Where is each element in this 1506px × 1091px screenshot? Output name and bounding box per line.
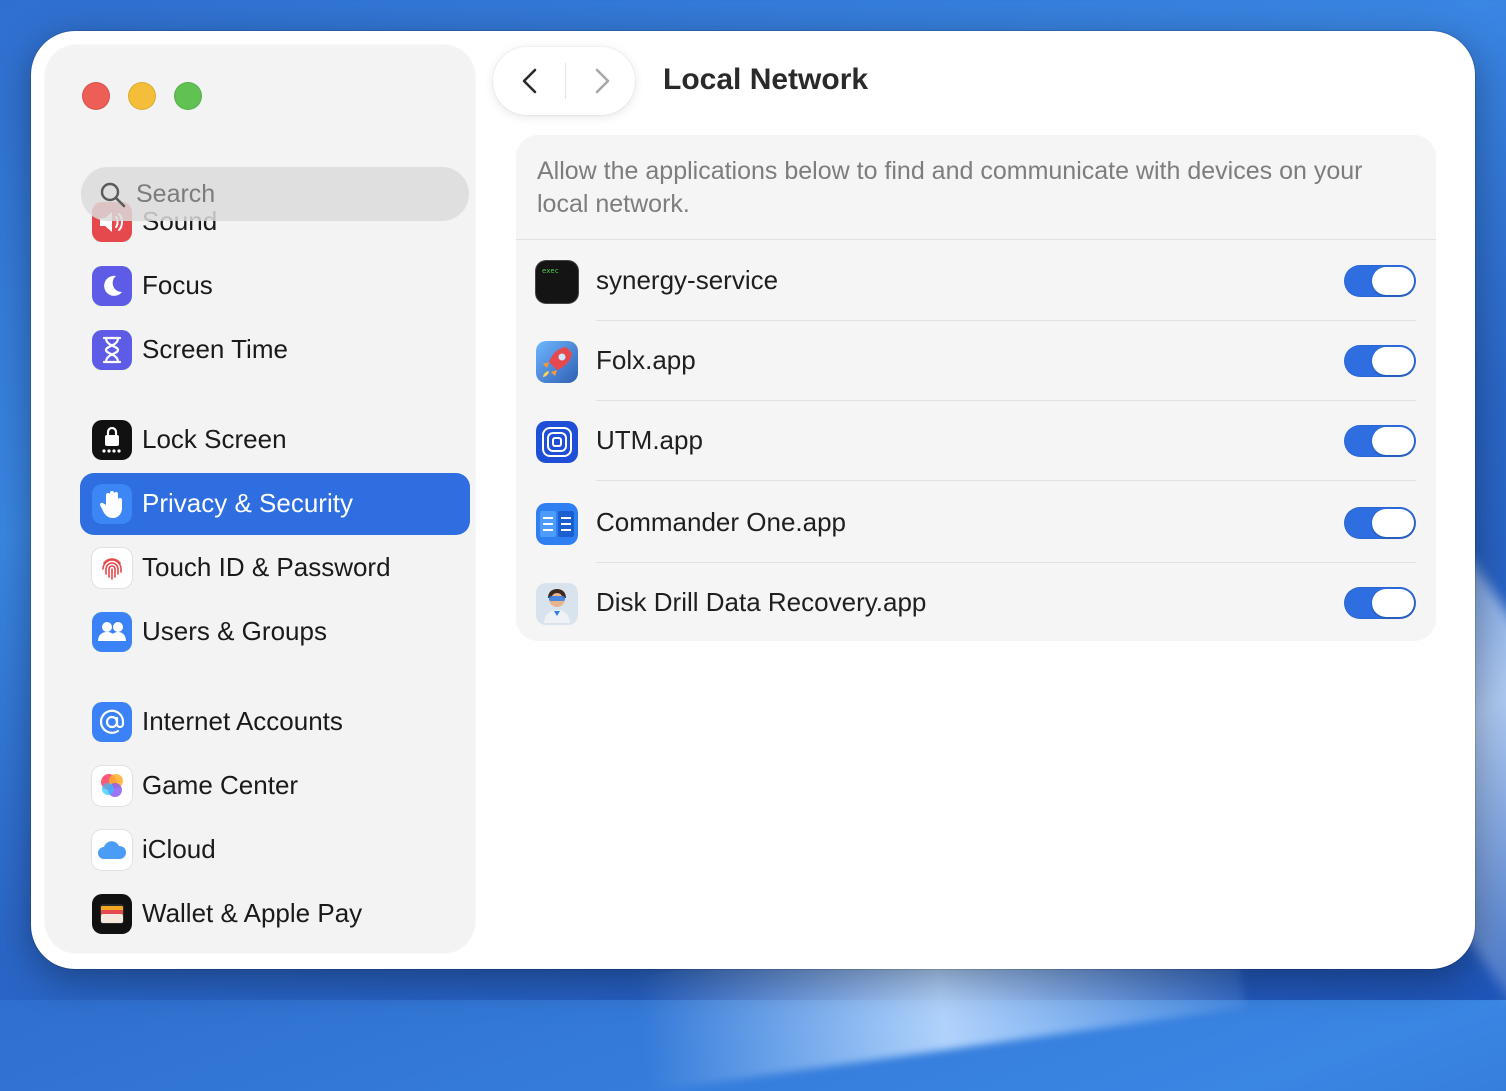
sidebar-item-lock-screen[interactable]: Lock Screen bbox=[80, 409, 470, 471]
local-network-toggle[interactable] bbox=[1344, 425, 1416, 457]
app-row-synergy-service: exec synergy-service bbox=[516, 241, 1436, 321]
sidebar-item-internet-accounts[interactable]: Internet Accounts bbox=[80, 691, 470, 753]
toggle-knob bbox=[1372, 347, 1414, 375]
hand-icon bbox=[92, 484, 132, 524]
navigation-buttons bbox=[493, 47, 635, 115]
lock-icon bbox=[92, 420, 132, 460]
app-name: Commander One.app bbox=[596, 507, 847, 537]
sidebar-item-label: Screen Time bbox=[142, 334, 288, 364]
moon-icon bbox=[92, 266, 132, 306]
game-center-icon bbox=[92, 766, 132, 806]
utm-icon bbox=[536, 421, 578, 463]
fingerprint-icon bbox=[92, 548, 132, 588]
local-network-toggle[interactable] bbox=[1344, 265, 1416, 297]
nav-divider bbox=[565, 63, 566, 99]
app-name: synergy-service bbox=[596, 265, 779, 295]
local-network-toggle[interactable] bbox=[1344, 587, 1416, 619]
local-network-toggle[interactable] bbox=[1344, 345, 1416, 377]
wallet-icon bbox=[92, 894, 132, 934]
toggle-knob bbox=[1372, 589, 1414, 617]
sidebar-item-touch-id[interactable]: Touch ID & Password bbox=[80, 537, 470, 599]
toggle-knob bbox=[1372, 509, 1414, 537]
forward-button[interactable] bbox=[585, 65, 617, 97]
users-icon bbox=[92, 612, 132, 652]
sidebar-item-label: Lock Screen bbox=[142, 424, 287, 454]
panel-description: Allow the applications below to find and… bbox=[537, 157, 1363, 218]
sidebar-item-wallet[interactable]: Wallet & Apple Pay bbox=[80, 883, 470, 945]
page-title: Local Network bbox=[663, 63, 869, 96]
sidebar-item-label: Privacy & Security bbox=[142, 488, 353, 518]
sidebar-item-privacy-security[interactable]: Privacy & Security bbox=[80, 473, 470, 535]
divider bbox=[516, 239, 1436, 240]
sidebar-item-label: Game Center bbox=[142, 770, 299, 800]
app-row-folx: Folx.app bbox=[516, 321, 1436, 401]
sidebar-item-label: Wallet & Apple Pay bbox=[142, 898, 363, 928]
sidebar-item-screen-time[interactable]: Screen Time bbox=[80, 319, 470, 381]
app-name: UTM.app bbox=[596, 425, 703, 455]
zoom-window-button[interactable] bbox=[174, 82, 202, 110]
commander-one-icon bbox=[536, 503, 578, 545]
terminal-exec-icon: exec bbox=[536, 261, 578, 303]
cloud-icon bbox=[92, 830, 132, 870]
toggle-knob bbox=[1372, 267, 1414, 295]
sidebar-item-game-center[interactable]: Game Center bbox=[80, 755, 470, 817]
sidebar: Search Sound Focus Screen Time Lock Scre… bbox=[45, 45, 475, 953]
sidebar-item-icloud[interactable]: iCloud bbox=[80, 819, 470, 881]
settings-window: Search Sound Focus Screen Time Lock Scre… bbox=[31, 31, 1475, 969]
sidebar-item-users-groups[interactable]: Users & Groups bbox=[80, 601, 470, 663]
at-icon bbox=[92, 702, 132, 742]
back-button[interactable] bbox=[515, 65, 547, 97]
divider bbox=[596, 480, 1416, 481]
search-placeholder: Search bbox=[136, 180, 216, 208]
sidebar-item-label: Internet Accounts bbox=[142, 706, 343, 736]
close-window-button[interactable] bbox=[82, 82, 110, 110]
toggle-knob bbox=[1372, 427, 1414, 455]
sidebar-item-focus[interactable]: Focus bbox=[80, 255, 470, 317]
sidebar-item-label: Focus bbox=[142, 270, 213, 300]
local-network-panel: Allow the applications below to find and… bbox=[516, 135, 1436, 641]
minimize-window-button[interactable] bbox=[128, 82, 156, 110]
search-icon bbox=[100, 182, 126, 208]
app-row-disk-drill: Disk Drill Data Recovery.app bbox=[516, 563, 1436, 643]
disk-drill-icon bbox=[536, 583, 578, 625]
hourglass-icon bbox=[92, 330, 132, 370]
app-row-utm: UTM.app bbox=[516, 401, 1436, 481]
sidebar-item-label: iCloud bbox=[142, 834, 216, 864]
sidebar-item-label: Users & Groups bbox=[142, 616, 327, 646]
app-row-commander-one: Commander One.app bbox=[516, 483, 1436, 563]
search-input[interactable]: Search bbox=[81, 167, 469, 221]
app-name: Disk Drill Data Recovery.app bbox=[596, 587, 927, 617]
folx-rocket-icon bbox=[536, 341, 578, 383]
local-network-toggle[interactable] bbox=[1344, 507, 1416, 539]
app-name: Folx.app bbox=[596, 345, 696, 375]
sidebar-item-label: Touch ID & Password bbox=[142, 552, 391, 582]
svg-text:exec: exec bbox=[542, 267, 559, 275]
